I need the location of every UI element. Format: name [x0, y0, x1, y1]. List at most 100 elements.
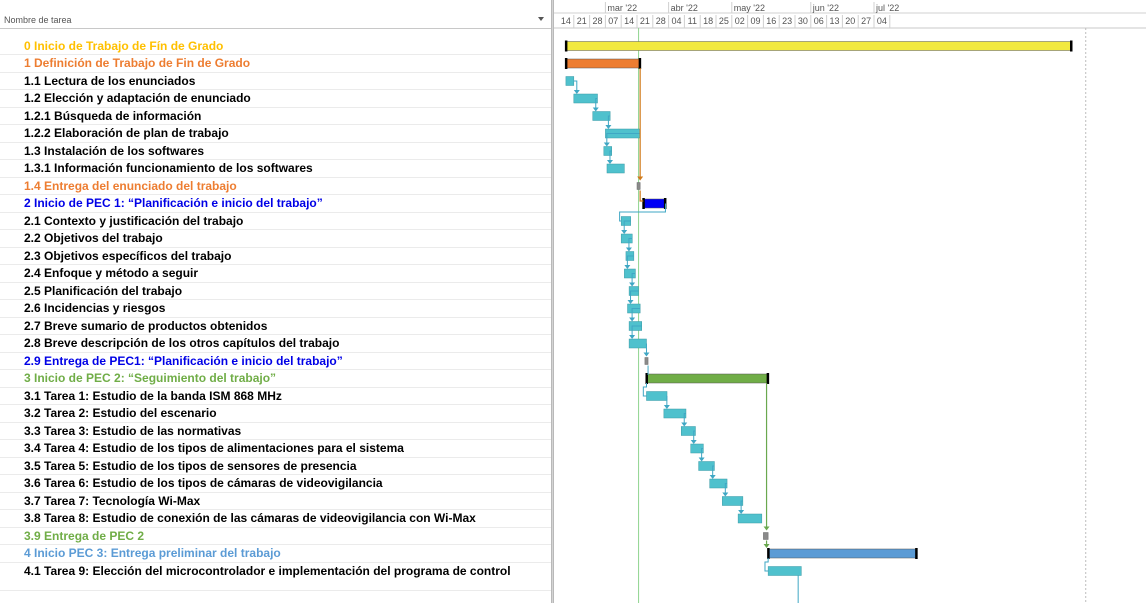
timescale-day-label: 04: [877, 16, 887, 26]
task-row[interactable]: 2.6 Incidencias y riesgos: [0, 300, 551, 318]
timescale-day-label: 27: [861, 16, 871, 26]
task-row[interactable]: 4.1 Tarea 9: Elección del microcontrolad…: [0, 563, 551, 591]
summary-end-cap: [915, 548, 918, 559]
task-row[interactable]: 3.6 Tarea 6: Estudio de los tipos de cám…: [0, 475, 551, 493]
task-grid: Nombre de tarea 0 Inicio de Trabajo de F…: [0, 0, 551, 603]
task-row[interactable]: 1.3 Instalación de los softwares: [0, 143, 551, 160]
link-arrow-icon: [629, 317, 636, 322]
task-name: 2.3 Objetivos específicos del trabajo: [24, 248, 232, 263]
task-name: 1.3 Instalación de los softwares: [24, 143, 205, 158]
link-arrow-icon: [763, 544, 770, 548]
task-name: 1 Definición de Trabajo de Fin de Grado: [24, 56, 251, 70]
dependency-link: [573, 80, 578, 91]
task-name: 2.7 Breve sumario de productos obtenidos: [24, 318, 268, 333]
summary-bar: [643, 198, 666, 209]
task-name: 1.4 Entrega del enunciado del trabajo: [24, 178, 237, 193]
task-row[interactable]: 3.2 Tarea 2: Estudio del escenario: [0, 405, 551, 423]
summary-end-cap: [638, 58, 642, 69]
task-row[interactable]: 1.2.2 Elaboración de plan de trabajo: [0, 125, 551, 143]
task-bar: [646, 391, 668, 401]
gantt-chart: 14 21 28 07 14 21 28 04 11 18 25 02 09 16 23 30 06 13 20 27…: [554, 0, 1146, 603]
link-arrow-icon: [763, 526, 770, 531]
link-arrow-icon: [621, 230, 628, 234]
task-bar: [709, 478, 728, 489]
summary-end-cap: [642, 198, 645, 209]
grid-header: Nombre de tarea: [0, 0, 551, 29]
task-row[interactable]: 3 Inicio de PEC 2: “Seguimiento del trab…: [0, 370, 551, 388]
timescale-day-label: 21: [640, 16, 650, 26]
task-name: 2 Inicio de PEC 1: “Planificación e inic…: [24, 196, 323, 210]
link-arrow-icon: [663, 405, 670, 409]
task-name: 1.3.1 Información funcionamiento de los …: [24, 161, 313, 175]
task-name: 2.1 Contexto y justificación del trabajo: [24, 213, 244, 228]
timescale-month-label: jul '22: [875, 3, 899, 13]
task-bar: [565, 76, 575, 86]
task-name: 3.6 Tarea 6: Estudio de los tipos de cám…: [24, 476, 383, 490]
task-row[interactable]: 3.5 Tarea 5: Estudio de los tipos de sen…: [0, 458, 551, 475]
dropdown-arrow-icon[interactable]: [538, 17, 544, 21]
dependency-link: [642, 383, 647, 397]
task-row[interactable]: 3.7 Tarea 7: Tecnología Wi-Max: [0, 493, 551, 510]
task-bar: [722, 496, 744, 506]
task-row[interactable]: 2.2 Objetivos del trabajo: [0, 230, 551, 248]
task-row[interactable]: 3.9 Entrega de PEC 2: [0, 528, 551, 545]
link-arrow-icon: [709, 475, 716, 479]
task-name: 0 Inicio de Trabajo de Fín de Grado: [24, 38, 224, 53]
timescale-month-label: mar '22: [607, 3, 637, 13]
task-bar: [698, 461, 715, 471]
timescale-month-label: may '22: [734, 3, 765, 13]
link-arrow-icon: [606, 160, 613, 164]
summary-bar: [767, 548, 917, 559]
task-row[interactable]: 2.3 Objetivos específicos del trabajo: [0, 248, 551, 265]
task-row[interactable]: 2.5 Planificación del trabajo: [0, 283, 551, 300]
task-row[interactable]: 2.4 Enfoque y método a seguir: [0, 265, 551, 283]
timescale-day-label: 09: [750, 16, 760, 26]
task-name: 3.8 Tarea 8: Estudio de conexión de las …: [24, 511, 476, 525]
task-row[interactable]: 1 Definición de Trabajo de Fin de Grado: [0, 55, 551, 73]
task-row[interactable]: 1.2.1 Búsqueda de información: [0, 108, 551, 125]
task-row[interactable]: 0 Inicio de Trabajo de Fín de Grado: [0, 38, 551, 55]
link-arrow-icon: [624, 265, 631, 269]
timescale-day-label: 04: [671, 16, 681, 26]
task-name: 3 Inicio de PEC 2: “Seguimiento del trab…: [24, 371, 277, 385]
link-arrow-icon: [629, 282, 636, 287]
task-row[interactable]: 3.1 Tarea 1: Estudio de la banda ISM 868…: [0, 388, 551, 405]
task-row[interactable]: 2.9 Entrega de PEC1: “Planificación e in…: [0, 353, 551, 370]
task-bar: [737, 513, 763, 524]
task-row[interactable]: 2 Inicio de PEC 1: “Planificación e inic…: [0, 195, 551, 213]
task-name: 1.1 Lectura de los enunciados: [24, 73, 196, 88]
task-row[interactable]: 1.4 Entrega del enunciado del trabajo: [0, 178, 551, 195]
column-header-task-name[interactable]: Nombre de tarea: [4, 15, 72, 25]
task-row[interactable]: 1.3.1 Información funcionamiento de los …: [0, 160, 551, 178]
task-name: 3.3 Tarea 3: Estudio de las normativas: [24, 423, 242, 438]
task-row[interactable]: 3.3 Tarea 3: Estudio de las normativas: [0, 423, 551, 440]
task-row[interactable]: 2.7 Breve sumario de productos obtenidos: [0, 318, 551, 335]
timescale-day-label: 16: [766, 16, 776, 26]
timescale-day-label: 23: [782, 16, 792, 26]
task-row[interactable]: 1.1 Lectura de los enunciados: [0, 73, 551, 90]
task-row[interactable]: 3.8 Tarea 8: Estudio de conexión de las …: [0, 510, 551, 528]
task-bar: [663, 408, 687, 419]
task-row[interactable]: 2.8 Breve descripción de los otros capít…: [0, 335, 551, 353]
task-name: 1.2.2 Elaboración de plan de trabajo: [24, 126, 229, 140]
link-arrow-icon: [681, 422, 688, 427]
task-name: 1.2 Elección y adaptación de enunciado: [24, 91, 251, 105]
task-row[interactable]: 4 Inicio PEC 3: Entrega preliminar del t…: [0, 545, 551, 563]
dependency-link: [764, 558, 769, 572]
task-name: 2.5 Planificación del trabajo: [24, 283, 183, 298]
task-name: 4.1 Tarea 9: Elección del microcontrolad…: [24, 563, 511, 578]
task-row[interactable]: 3.4 Tarea 4: Estudio de los tipos de ali…: [0, 440, 551, 458]
link-arrow-icon: [629, 335, 636, 339]
task-row[interactable]: 2.1 Contexto y justificación del trabajo: [0, 213, 551, 230]
task-name: 2.8 Breve descripción de los otros capít…: [24, 336, 340, 350]
timescale-day-label: 14: [624, 16, 634, 26]
task-row[interactable]: 1.2 Elección y adaptación de enunciado: [0, 90, 551, 108]
timescale-day-label: 25: [719, 16, 729, 26]
link-arrow-icon: [625, 247, 632, 252]
task-bar: [767, 566, 802, 576]
link-arrow-icon: [643, 352, 650, 357]
task-name: 2.6 Incidencias y riesgos: [24, 301, 166, 315]
task-name: 2.4 Enfoque y método a seguir: [24, 266, 199, 280]
timescale-day-label: 07: [608, 16, 618, 26]
link-arrow-icon: [690, 440, 697, 444]
